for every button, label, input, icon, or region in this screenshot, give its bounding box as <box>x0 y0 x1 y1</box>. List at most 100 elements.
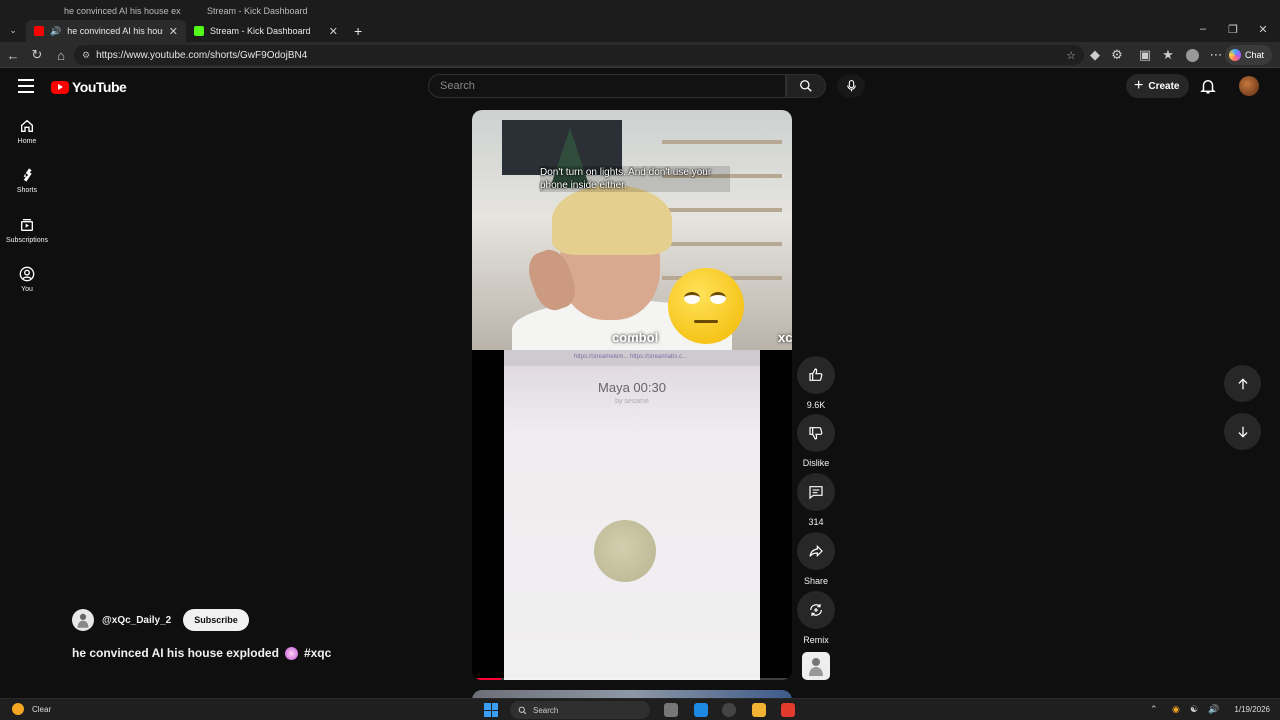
sidebar-item-label: Home <box>17 138 37 145</box>
create-button[interactable]: + Create <box>1126 74 1190 98</box>
sun-icon <box>12 703 24 715</box>
speaker-icon[interactable]: 🔊 <box>50 26 61 37</box>
share-action: Share <box>797 532 835 586</box>
channel-name[interactable]: @xQc_Daily_2 <box>102 615 171 626</box>
share-icon <box>809 544 823 558</box>
voice-search-button[interactable] <box>837 74 865 98</box>
short-title: he convinced AI his house exploded #xqc <box>72 646 331 660</box>
next-short-button[interactable] <box>1224 413 1261 450</box>
video-progress-fill <box>476 678 501 680</box>
url-text: https://www.youtube.com/shorts/GwF9OdojB… <box>96 49 308 61</box>
streamer-webcam-frame: Don't turn on lights. And don't use your… <box>472 110 792 350</box>
channel-avatar[interactable] <box>72 609 94 631</box>
home-browser-icon[interactable]: ⌂ <box>52 46 70 64</box>
shorts-video-player[interactable]: Don't turn on lights. And don't use your… <box>472 110 792 680</box>
site-info-icon[interactable]: ⚙ <box>82 50 90 61</box>
share-label: Share <box>803 576 829 586</box>
close-window-icon[interactable]: ✕ <box>1248 18 1278 40</box>
tab-kick-dashboard[interactable]: Stream - Kick Dashboard ✕ <box>186 20 346 42</box>
ghost-tab-strip: he convinced AI his house ex Stream - Ki… <box>0 0 1280 18</box>
omnibox[interactable]: ⚙ https://www.youtube.com/shorts/GwF9Odo… <box>74 45 1084 65</box>
sidebar-item-subscriptions[interactable]: Subscriptions <box>0 217 54 244</box>
comments-button[interactable] <box>797 473 835 511</box>
create-label: Create <box>1148 80 1180 92</box>
tab-list-chevron-icon[interactable]: ⌄ <box>4 21 22 39</box>
previous-short-button[interactable] <box>1224 365 1261 402</box>
taskbar-date[interactable]: 1/19/2026 <box>1234 705 1270 714</box>
restore-icon[interactable]: ❐ <box>1218 18 1248 40</box>
sidebar-item-home[interactable]: Home <box>0 118 54 145</box>
address-bar-row: ← ↻ ⌂ ⚙ https://www.youtube.com/shorts/G… <box>0 42 1280 68</box>
sidebar-item-you[interactable]: You <box>0 266 54 293</box>
weather-widget[interactable]: Clear <box>12 703 51 715</box>
hamburger-menu-icon[interactable] <box>18 79 34 93</box>
brave-icon[interactable] <box>781 703 795 717</box>
volume-icon[interactable]: 🔊 <box>1208 704 1219 715</box>
kick-favicon-icon <box>194 26 204 36</box>
voice-orb <box>594 520 656 582</box>
arrow-down-icon <box>1237 426 1248 438</box>
video-progress-bar[interactable] <box>476 678 788 680</box>
youtube-play-icon <box>51 80 69 94</box>
copilot-chat-button[interactable]: Chat <box>1224 45 1272 65</box>
dislike-button[interactable] <box>797 414 835 452</box>
share-button[interactable] <box>797 532 835 570</box>
thumbs-up-icon <box>809 368 823 381</box>
refresh-icon[interactable]: ↻ <box>28 46 46 64</box>
shorts-icon <box>23 168 32 182</box>
back-icon[interactable]: ← <box>4 46 22 64</box>
account-avatar[interactable] <box>1239 76 1259 96</box>
more-menu-icon[interactable]: ⋯ <box>1207 46 1225 64</box>
tray-chevron-icon[interactable]: ⌃ <box>1150 704 1158 715</box>
mirrored-overlay-text: lodmoɔ <box>612 330 659 345</box>
split-screen-icon[interactable]: ▣ <box>1136 46 1154 64</box>
youtube-logo[interactable]: YouTube <box>51 79 127 95</box>
tray-app-icon[interactable]: ◉ <box>1172 704 1180 715</box>
remix-label: Remix <box>803 635 829 645</box>
copilot-icon <box>1228 49 1241 61</box>
like-count: 9.6K <box>806 400 826 410</box>
new-tab-button[interactable]: + <box>346 20 372 42</box>
extension-icon[interactable]: ◆ <box>1086 46 1104 64</box>
like-button[interactable] <box>797 356 835 394</box>
taskbar-search[interactable]: Search <box>510 701 650 719</box>
you-icon <box>19 266 35 282</box>
microphone-icon <box>846 80 856 92</box>
tab-youtube-short[interactable]: 🔊 he convinced AI his house exp ✕ <box>26 20 186 42</box>
notifications-bell-icon[interactable] <box>1199 77 1217 95</box>
favorites-icon[interactable]: ★ <box>1159 46 1177 64</box>
minimize-icon[interactable]: – <box>1188 18 1218 40</box>
phone-call-screen: https://streamelem... https://streamlabs… <box>504 350 760 680</box>
tab-strip: ⌄ 🔊 he convinced AI his house exp ✕ Stre… <box>0 18 1280 42</box>
sidebar-item-shorts[interactable]: Shorts <box>0 167 54 194</box>
remix-button[interactable] <box>797 591 835 629</box>
home-icon <box>21 119 33 132</box>
close-tab-icon[interactable]: ✕ <box>329 25 338 38</box>
subscribe-button[interactable]: Subscribe <box>183 609 249 631</box>
orb-emoji-icon <box>284 646 298 660</box>
app-icon[interactable] <box>722 703 736 717</box>
short-title-text: he convinced AI his house exploded <box>72 646 279 660</box>
like-action: 9.6K <box>797 356 835 410</box>
hashtag-link[interactable]: #xqc <box>304 646 331 660</box>
extensions-puzzle-icon[interactable]: ⚙ <box>1108 46 1126 64</box>
wifi-icon[interactable]: ☯ <box>1190 704 1198 715</box>
search-button[interactable] <box>786 74 826 98</box>
tab-title: Stream - Kick Dashboard <box>210 26 311 36</box>
remix-icon <box>810 604 822 616</box>
start-button[interactable] <box>484 703 498 717</box>
edge-icon[interactable] <box>694 703 708 717</box>
favorite-star-icon[interactable]: ☆ <box>1066 49 1076 62</box>
task-view-icon[interactable] <box>664 703 678 717</box>
close-tab-icon[interactable]: ✕ <box>169 25 178 38</box>
rolling-eyes-emoji <box>668 268 744 344</box>
sound-thumbnail[interactable] <box>802 652 830 680</box>
search-input[interactable]: Search <box>428 74 786 98</box>
taskbar-search-label: Search <box>533 705 559 715</box>
ghost-tab-title: he convinced AI his house ex <box>64 6 181 16</box>
youtube-favicon-icon <box>34 26 44 36</box>
remix-action: Remix <box>797 591 835 645</box>
file-explorer-icon[interactable] <box>752 703 766 717</box>
profile-icon[interactable] <box>1183 46 1201 64</box>
video-caption: Don't turn on lights. And don't use your… <box>540 166 730 192</box>
